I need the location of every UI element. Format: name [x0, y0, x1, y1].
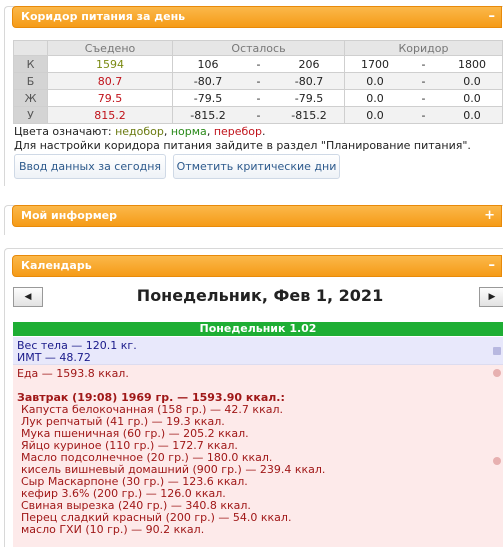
legend-under: недобор	[115, 125, 164, 138]
eaten-value: 1594	[96, 57, 124, 71]
left-max: -79.5	[294, 91, 324, 105]
left-max: 206	[298, 57, 320, 71]
eaten-value: 80.7	[97, 74, 123, 88]
corridor-max: 0.0	[463, 91, 481, 105]
collapse-icon[interactable]: –	[489, 7, 496, 27]
legend-line: Цвета означают: недобор, норма, перебор.	[14, 125, 471, 139]
weight-section: Вес тела — 120.1 кг. ИМТ — 48.72	[13, 337, 503, 365]
informer-panel-header[interactable]: Мой информер +	[12, 205, 502, 227]
dash: -	[256, 91, 261, 105]
informer-panel-title: Мой информер	[21, 209, 118, 222]
dash: -	[256, 74, 261, 88]
scale-icon[interactable]	[493, 347, 501, 355]
left-min: -815.2	[190, 108, 226, 122]
dash: -	[421, 74, 426, 88]
corridor-table: Съедено Осталось Коридор К 1594 106 - 20…	[13, 40, 503, 124]
dash: -	[256, 57, 261, 71]
dash: -	[421, 108, 426, 122]
color-legend: Цвета означают: недобор, норма, перебор.…	[14, 125, 471, 153]
corridor-max: 1800	[458, 57, 486, 71]
header-corridor: Коридор	[344, 40, 503, 56]
header-left: Осталось	[172, 40, 345, 56]
day-header[interactable]: Понедельник 1.02	[13, 322, 503, 336]
dash: -	[256, 108, 261, 122]
arrow-right-icon: ▶	[488, 292, 496, 302]
bmi-line: ИМТ — 48.72	[17, 351, 91, 364]
corridor-max: 0.0	[463, 74, 481, 88]
left-min: -79.5	[193, 91, 223, 105]
left-min: 106	[197, 57, 219, 71]
dash: -	[421, 91, 426, 105]
settings-note: Для настройки коридора питания зайдите в…	[14, 139, 471, 152]
eaten-value: 79.5	[97, 91, 123, 105]
left-min: -80.7	[193, 74, 223, 88]
mark-critical-days-button[interactable]: Отметить критические дни	[173, 154, 340, 179]
legend-norm: норма	[170, 125, 207, 138]
dash: -	[421, 57, 426, 71]
calendar-panel-header[interactable]: Календарь –	[12, 255, 502, 277]
header-eaten: Съедено	[47, 40, 173, 56]
corridor-panel-title: Коридор питания за день	[21, 10, 186, 23]
corridor-min: 0.0	[366, 91, 384, 105]
calendar-date-title: Понедельник, Фев 1, 2021	[136, 286, 384, 305]
next-day-button[interactable]: ▶	[479, 287, 503, 307]
corridor-table-header: Съедено Осталось Коридор	[13, 40, 503, 56]
calendar-panel-title: Календарь	[21, 259, 92, 272]
legend-end: .	[262, 125, 266, 138]
collapse-icon[interactable]: –	[489, 256, 496, 276]
corridor-max: 0.0	[463, 108, 481, 122]
row-label: Б	[13, 72, 48, 90]
table-row: Ж 79.5 -79.5 - -79.5 0.0 - 0.0	[13, 89, 503, 107]
food-item: масло ГХИ (10 гр.) — 90.2 ккал.	[21, 523, 205, 536]
corridor-panel-header[interactable]: Коридор питания за день –	[12, 6, 502, 28]
legend-separator: ,	[206, 125, 214, 138]
header-blank	[13, 40, 48, 56]
expand-icon[interactable]: +	[484, 206, 495, 226]
corridor-min: 0.0	[366, 108, 384, 122]
row-label: Ж	[13, 89, 48, 107]
legend-over: перебор	[213, 125, 263, 138]
table-row: К 1594 106 - 206 1700 - 1800	[13, 55, 503, 73]
corridor-min: 0.0	[366, 74, 384, 88]
legend-prefix: Цвета означают:	[14, 125, 116, 138]
eaten-value: 815.2	[94, 108, 126, 122]
left-max: -80.7	[294, 74, 324, 88]
prev-day-button[interactable]: ◀	[13, 287, 43, 307]
table-row: Б 80.7 -80.7 - -80.7 0.0 - 0.0	[13, 72, 503, 90]
row-label: К	[13, 55, 48, 73]
food-section: Еда — 1593.8 ккал. Завтрак (19:08) 1969 …	[13, 365, 503, 547]
enter-today-button[interactable]: Ввод данных за сегодня	[14, 154, 166, 179]
left-max: -815.2	[291, 108, 327, 122]
table-row: У 815.2 -815.2 - -815.2 0.0 - 0.0	[13, 106, 503, 124]
arrow-left-icon: ◀	[24, 292, 32, 302]
corridor-min: 1700	[361, 57, 389, 71]
row-label: У	[13, 106, 48, 124]
meal-icon[interactable]	[493, 457, 501, 465]
food-total: Еда — 1593.8 ккал.	[17, 367, 129, 380]
legend-separator: ,	[163, 125, 171, 138]
food-icon[interactable]	[493, 369, 501, 377]
